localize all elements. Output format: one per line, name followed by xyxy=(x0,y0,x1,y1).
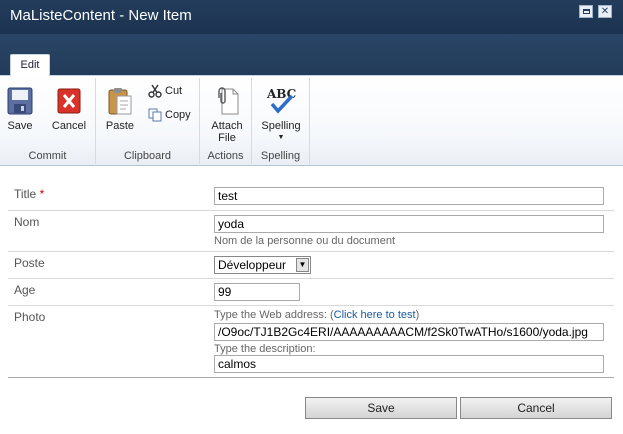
ribbon-tab-strip: Edit xyxy=(0,34,623,77)
copy-ribbon-button[interactable]: Copy xyxy=(148,108,191,122)
test-link[interactable]: Click here to test xyxy=(334,309,416,321)
save-ribbon-label: Save xyxy=(7,120,33,132)
ribbon: Save Cancel Commit Paste Cut Copy Clipbo… xyxy=(0,76,623,166)
photo-url-hint-prefix: Type the Web address: ( xyxy=(214,309,334,321)
attach-label-line2: File xyxy=(218,132,236,144)
spelling-ribbon-button[interactable]: ABC Spelling ▼ xyxy=(258,84,304,144)
spelling-dropdown-icon: ▼ xyxy=(277,134,285,141)
age-input[interactable]: 99 xyxy=(214,283,300,301)
age-label: Age xyxy=(14,283,36,297)
copy-ribbon-label: Copy xyxy=(165,108,191,121)
save-button[interactable]: Save xyxy=(305,397,457,419)
attach-file-icon xyxy=(218,87,239,115)
required-indicator: * xyxy=(39,187,45,201)
title-bar: MaListeContent - New Item ✕ xyxy=(0,0,623,34)
commit-group-label: Commit xyxy=(28,150,67,162)
photo-url-hint: Type the Web address: (Click here to tes… xyxy=(214,309,419,321)
clipboard-group-label: Clipboard xyxy=(123,150,172,162)
nom-hint: Nom de la personne ou du document xyxy=(214,235,396,247)
title-label-text: Title xyxy=(14,187,37,201)
spelling-check-icon: ABC xyxy=(266,87,296,114)
title-row: Title * test xyxy=(8,183,614,210)
ribbon-group-clipboard: Paste Cut Copy Clipboard xyxy=(96,78,200,164)
tab-edit[interactable]: Edit xyxy=(10,54,50,77)
nom-row: Nom yoda Nom de la personne ou du docume… xyxy=(8,210,614,251)
close-icon: ✕ xyxy=(600,6,610,17)
close-button[interactable]: ✕ xyxy=(598,5,612,18)
photo-row: Photo Type the Web address: (Click here … xyxy=(8,305,614,377)
ribbon-group-spelling: ABC Spelling ▼ Spelling xyxy=(252,78,310,164)
ribbon-group-commit: Save Cancel Commit xyxy=(0,78,96,164)
cut-ribbon-button[interactable]: Cut xyxy=(148,84,182,98)
cancel-ribbon-button[interactable]: Cancel xyxy=(50,86,88,132)
paste-icon xyxy=(108,88,132,115)
actions-group-label: Actions xyxy=(207,150,244,162)
poste-selected-value: Développeur xyxy=(218,258,287,272)
poste-label: Poste xyxy=(14,256,45,270)
copy-icon xyxy=(148,108,162,122)
restore-icon xyxy=(583,9,590,14)
photo-description-input[interactable]: calmos xyxy=(214,355,604,373)
nom-input[interactable]: yoda xyxy=(214,215,604,233)
attach-file-ribbon-button[interactable]: Attach File xyxy=(208,86,246,144)
poste-row: Poste Développeur ▼ xyxy=(8,251,614,278)
chevron-down-icon[interactable]: ▼ xyxy=(296,258,309,272)
save-ribbon-button[interactable]: Save xyxy=(6,86,34,132)
title-input[interactable]: test xyxy=(214,187,604,205)
title-label: Title * xyxy=(14,187,44,201)
restore-button[interactable] xyxy=(579,5,593,18)
cancel-button[interactable]: Cancel xyxy=(460,397,612,419)
photo-url-input[interactable]: /O9oc/TJ1B2Gc4ERI/AAAAAAAAACM/f2Sk0TwATH… xyxy=(214,323,604,341)
ribbon-group-actions: Attach File Actions xyxy=(200,78,252,164)
poste-select[interactable]: Développeur ▼ xyxy=(214,256,311,274)
photo-description-hint: Type the description: xyxy=(214,343,316,355)
paste-ribbon-button[interactable]: Paste xyxy=(104,86,136,132)
cancel-icon xyxy=(57,88,81,114)
window-title: MaListeContent - New Item xyxy=(10,7,192,24)
cut-ribbon-label: Cut xyxy=(165,84,183,97)
save-icon xyxy=(7,87,33,115)
new-item-form: Title * test Nom yoda Nom de la personne… xyxy=(8,183,614,377)
nom-label: Nom xyxy=(14,215,40,229)
age-row: Age 99 xyxy=(8,278,614,305)
attach-label-line1: Attach xyxy=(211,120,243,132)
cancel-ribbon-label: Cancel xyxy=(51,120,87,132)
paste-ribbon-label: Paste xyxy=(105,120,135,132)
spelling-group-label: Spelling xyxy=(260,150,301,162)
scissors-icon xyxy=(148,84,162,98)
photo-label: Photo xyxy=(14,310,46,324)
spelling-icon-text: ABC xyxy=(266,87,296,101)
form-divider xyxy=(8,377,614,378)
spelling-ribbon-label: Spelling xyxy=(261,120,301,132)
photo-url-hint-suffix: ) xyxy=(415,309,420,321)
